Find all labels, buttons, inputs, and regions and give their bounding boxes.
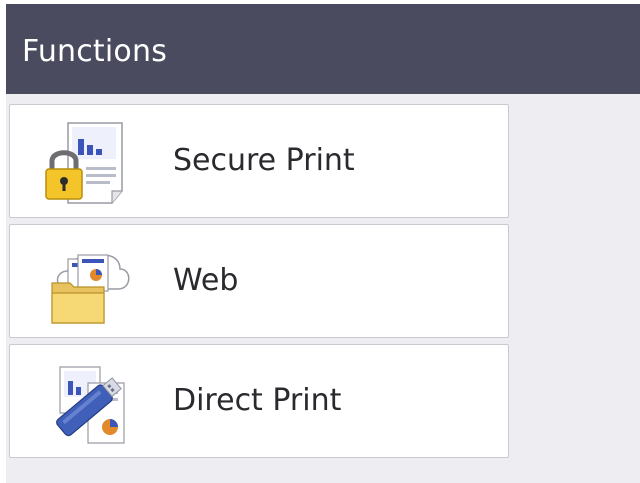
- usb-direct-print-icon: [38, 357, 134, 447]
- web-button[interactable]: Web: [9, 224, 509, 338]
- web-label: Web: [173, 263, 239, 298]
- web-folder-icon: [38, 237, 134, 327]
- secure-print-label: Secure Print: [173, 143, 355, 178]
- direct-print-button[interactable]: Direct Print: [9, 344, 509, 458]
- secure-print-icon: [38, 117, 134, 207]
- direct-print-label: Direct Print: [173, 383, 342, 418]
- functions-screen: Functions Secure Print Web Direct Print: [0, 0, 640, 483]
- function-list: Secure Print Web Direct Print: [6, 94, 640, 483]
- secure-print-button[interactable]: Secure Print: [9, 104, 509, 218]
- page-title: Functions: [22, 34, 168, 69]
- header-bar: Functions: [6, 4, 640, 94]
